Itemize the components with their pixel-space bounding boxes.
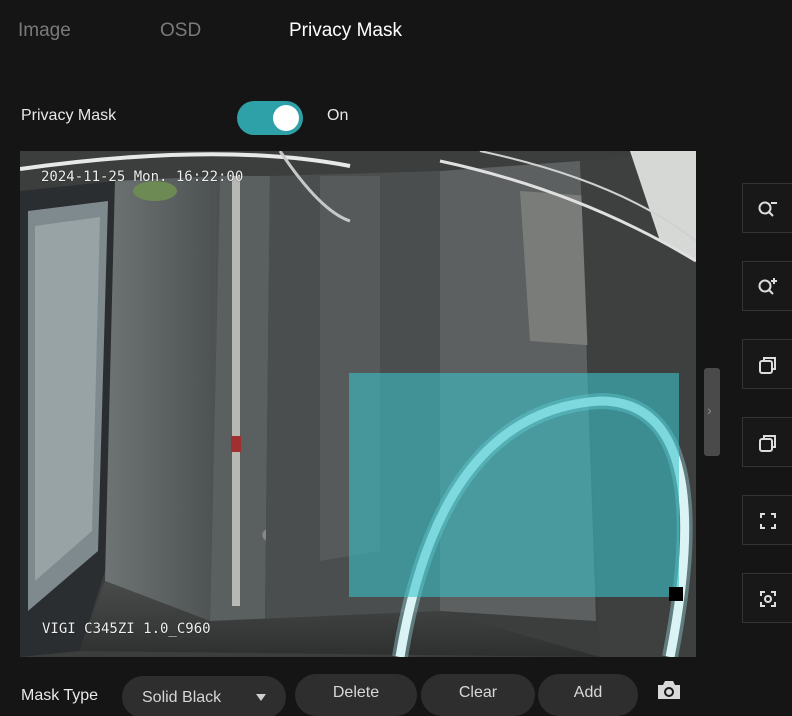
tab-privacy-mask[interactable]: Privacy Mask: [289, 20, 402, 42]
dropdown-arrow-icon: [256, 694, 266, 701]
osd-datetime: 2024-11-25 Mon. 16:22:00: [41, 169, 244, 185]
delete-button[interactable]: Delete: [295, 674, 417, 716]
privacy-mask-state: On: [327, 107, 349, 124]
zoom-in-button[interactable]: [742, 261, 792, 311]
privacy-mask-page: Image OSD Privacy Mask Privacy Mask On 2…: [0, 0, 792, 716]
snapshot-button[interactable]: [655, 678, 689, 706]
mask-resize-handle[interactable]: [669, 587, 683, 601]
zoom-out-icon: [758, 201, 777, 217]
mask-type-value: Solid Black: [142, 689, 222, 706]
tab-osd[interactable]: OSD: [160, 20, 201, 42]
mask-type-select[interactable]: Solid Black: [122, 676, 286, 716]
chevron-right-icon: ›: [707, 402, 712, 418]
window-icon: [759, 357, 776, 374]
privacy-mask-label: Privacy Mask: [21, 107, 117, 124]
zoom-in-icon: [758, 278, 777, 295]
tab-image[interactable]: Image: [18, 20, 71, 42]
toggle-knob: [273, 105, 299, 131]
mask-type-label: Mask Type: [21, 687, 99, 704]
window-restore-icon: [759, 435, 776, 452]
camera-icon: [658, 681, 680, 699]
add-button[interactable]: Add: [538, 674, 638, 716]
fullscreen-button[interactable]: [742, 495, 792, 545]
zoom-out-button[interactable]: [742, 183, 792, 233]
clear-button[interactable]: Clear: [421, 674, 535, 716]
focus-icon: [760, 591, 776, 607]
focus-button[interactable]: [742, 573, 792, 623]
window-restore-button[interactable]: [742, 417, 792, 467]
privacy-mask-region[interactable]: [349, 373, 683, 601]
osd-model-text: VIGI C345ZI 1.0_C960: [42, 621, 211, 637]
window-button[interactable]: [742, 339, 792, 389]
panel-collapse-tab[interactable]: ›: [704, 368, 720, 456]
video-preview[interactable]: 2024-11-25 Mon. 16:22:00 VIGI C345ZI 1.0…: [20, 151, 696, 657]
fullscreen-icon: [760, 513, 776, 529]
privacy-mask-toggle[interactable]: [237, 101, 303, 135]
